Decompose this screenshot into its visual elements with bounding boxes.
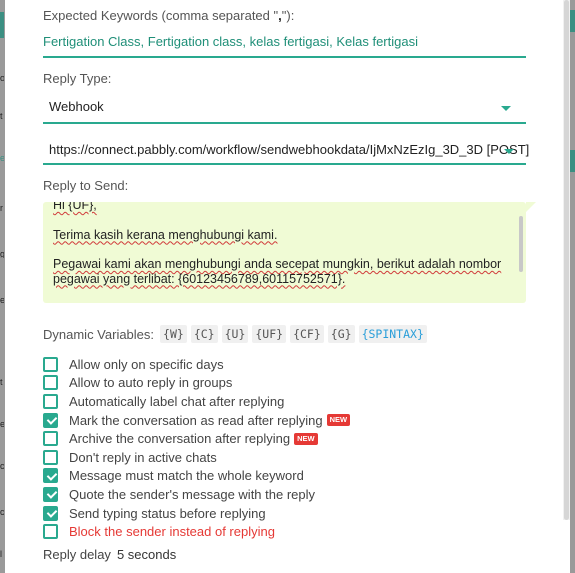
option-specific-days[interactable]: Allow only on specific days bbox=[43, 355, 350, 374]
option-label: Block the sender instead of replying bbox=[69, 524, 275, 540]
keywords-input-underline bbox=[43, 56, 526, 58]
variable-chip-w[interactable]: {W} bbox=[160, 325, 187, 343]
modal-scrollbar-thumb[interactable] bbox=[564, 0, 569, 520]
background-glyph: o bbox=[0, 74, 4, 82]
keywords-input[interactable]: Fertigation Class, Fertigation class, ke… bbox=[43, 34, 418, 49]
option-label: Message must match the whole keyword bbox=[69, 468, 304, 484]
chevron-down-icon[interactable] bbox=[501, 106, 511, 111]
variable-chip-u[interactable]: {U} bbox=[221, 325, 249, 343]
dynamic-variables-row: Dynamic Variables: {W} {C} {U} {UF} {CF}… bbox=[43, 325, 427, 343]
reply-type-underline bbox=[43, 122, 526, 124]
reply-delay-row: Reply delay 5 seconds bbox=[43, 547, 176, 562]
reply-textarea-scrollbar[interactable] bbox=[519, 216, 523, 272]
option-typing-status[interactable]: Send typing status before replying bbox=[43, 504, 350, 523]
new-badge: NEW bbox=[294, 432, 318, 445]
option-label: Don't reply in active chats bbox=[69, 449, 217, 465]
checkbox-checked[interactable] bbox=[43, 412, 58, 428]
background-accent bbox=[0, 12, 4, 38]
reply-message-textarea[interactable]: Hi {UF}, Terima kasih kerana menghubungi… bbox=[43, 202, 526, 303]
reply-options-list: Allow only on specific days Allow to aut… bbox=[43, 355, 351, 541]
checkbox[interactable] bbox=[43, 431, 58, 447]
variable-chip-c[interactable]: {C} bbox=[190, 325, 218, 343]
background-glyph: e bbox=[0, 420, 4, 428]
reply-delay-label: Reply delay bbox=[43, 547, 111, 562]
reply-delay-value[interactable]: 5 seconds bbox=[117, 547, 176, 562]
option-reply-in-groups[interactable]: Allow to auto reply in groups bbox=[43, 374, 350, 393]
checkbox-checked[interactable] bbox=[43, 505, 58, 521]
background-glyph: c bbox=[0, 508, 4, 516]
reply-line-officer: Pegawai kami akan menghubungi anda secep… bbox=[53, 257, 502, 271]
background-glyph: l bbox=[0, 550, 2, 558]
keywords-label-suffix: "): bbox=[281, 8, 295, 23]
option-mark-as-read[interactable]: Mark the conversation as read after repl… bbox=[43, 411, 351, 430]
option-match-whole-keyword[interactable]: Message must match the whole keyword bbox=[43, 467, 350, 486]
webhook-url-select[interactable]: https://connect.pabbly.com/workflow/send… bbox=[49, 142, 529, 157]
reply-type-select[interactable]: Webhook bbox=[49, 99, 104, 114]
variable-chip-cf[interactable]: {CF} bbox=[290, 325, 324, 343]
background-accent bbox=[570, 10, 575, 32]
checkbox[interactable] bbox=[43, 356, 58, 372]
option-label: Mark the conversation as read after repl… bbox=[69, 412, 323, 428]
checkbox[interactable] bbox=[43, 449, 58, 465]
checkbox[interactable] bbox=[43, 393, 58, 409]
option-skip-active-chats[interactable]: Don't reply in active chats bbox=[43, 448, 350, 467]
option-block-sender[interactable]: Block the sender instead of replying bbox=[43, 522, 350, 541]
option-label: Send typing status before replying bbox=[69, 505, 266, 521]
background-glyph: c bbox=[0, 462, 4, 470]
dynamic-variables-label: Dynamic Variables: bbox=[43, 326, 155, 342]
background-glyph: g bbox=[0, 250, 4, 258]
checkbox[interactable] bbox=[43, 375, 58, 391]
reply-line-greeting: Hi {UF}, bbox=[53, 202, 97, 212]
keywords-label: Expected Keywords (comma separated ","): bbox=[43, 8, 294, 23]
option-auto-label-chat[interactable]: Automatically label chat after replying bbox=[43, 392, 350, 411]
background-glyph: r bbox=[0, 204, 3, 212]
reply-box-corner bbox=[526, 202, 536, 212]
option-label: Archive the conversation after replying bbox=[69, 431, 291, 447]
option-label: Quote the sender's message with the repl… bbox=[69, 486, 316, 502]
option-quote-message[interactable]: Quote the sender's message with the repl… bbox=[43, 485, 350, 504]
background-glyph: t bbox=[0, 378, 3, 386]
variable-chip-spintax[interactable]: {SPINTAX} bbox=[358, 325, 427, 343]
variable-chip-uf[interactable]: {UF} bbox=[252, 325, 287, 343]
keywords-label-prefix: Expected Keywords (comma separated " bbox=[43, 8, 279, 23]
reply-type-label: Reply Type: bbox=[43, 71, 112, 86]
option-label: Automatically label chat after replying bbox=[69, 393, 285, 409]
checkbox-checked[interactable] bbox=[43, 486, 58, 502]
edit-reply-modal: Expected Keywords (comma separated ","):… bbox=[5, 0, 570, 573]
background-glyph: t bbox=[0, 112, 3, 120]
modal-scrollbar[interactable] bbox=[563, 0, 570, 520]
new-badge: NEW bbox=[326, 414, 351, 427]
background-glyph: e bbox=[0, 154, 4, 162]
option-label: Allow to auto reply in groups bbox=[69, 375, 233, 391]
background-accent bbox=[570, 150, 575, 172]
option-archive-conversation[interactable]: Archive the conversation after replying … bbox=[43, 429, 350, 448]
option-label: Allow only on specific days bbox=[69, 356, 224, 372]
webhook-url-underline bbox=[43, 163, 526, 165]
reply-line-thanks: Terima kasih kerana menghubungi kami. bbox=[53, 227, 278, 242]
checkbox-checked[interactable] bbox=[43, 468, 58, 484]
variable-chip-g[interactable]: {G} bbox=[327, 325, 355, 343]
chevron-down-icon[interactable] bbox=[504, 149, 514, 154]
reply-line-numbers: pegawai yang terlibat: {60123456789,6011… bbox=[53, 271, 346, 286]
background-right-edge bbox=[570, 0, 575, 573]
reply-to-send-label: Reply to Send: bbox=[43, 178, 129, 193]
background-glyph: e bbox=[0, 296, 4, 304]
checkbox[interactable] bbox=[43, 524, 58, 540]
